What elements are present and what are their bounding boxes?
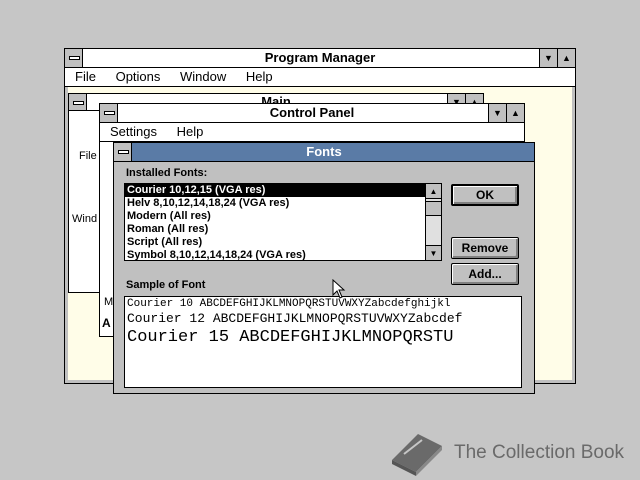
font-sample-box: Courier 10 ABCDEFGHIJKLMNOPQRSTUVWXYZabc… <box>124 296 522 388</box>
fonts-dialog[interactable]: Fonts Installed Fonts: Courier 10,12,15 … <box>113 142 535 394</box>
installed-fonts-scrollbar[interactable]: ▲ ▼ <box>425 184 441 260</box>
program-manager-title-bar[interactable]: Program Manager <box>65 49 575 68</box>
fonts-dialog-system-menu-icon[interactable] <box>114 143 132 161</box>
control-panel-menu-bar: Settings Help <box>100 123 524 142</box>
add-button[interactable]: Add... <box>451 263 519 285</box>
installed-fonts-label: Installed Fonts: <box>126 167 208 179</box>
font-list-item[interactable]: Symbol 8,10,12,14,18,24 (VGA res) <box>125 249 441 260</box>
control-panel-lower-icon-label-m: M <box>104 296 114 308</box>
font-sample-line: Courier 15 ABCDEFGHIJKLMNOPQRSTU <box>127 328 454 347</box>
control-panel-maximize-icon[interactable]: ▲ <box>506 104 524 122</box>
program-manager-menu-bar: File Options Window Help <box>65 68 575 87</box>
ok-button[interactable]: OK <box>451 184 519 206</box>
program-manager-minimize-icon[interactable]: ▼ <box>539 49 557 67</box>
font-sample-line: Courier 10 ABCDEFGHIJKLMNOPQRSTUVWXYZabc… <box>127 298 451 310</box>
scroll-thumb[interactable] <box>426 201 441 216</box>
watermark: The Collection Book <box>388 430 638 476</box>
main-group-system-menu-icon[interactable] <box>69 94 87 110</box>
program-manager-system-menu-icon[interactable] <box>65 49 83 67</box>
font-list-item[interactable]: Script (All res) <box>125 236 441 249</box>
control-panel-title-bar[interactable]: Control Panel <box>100 104 524 123</box>
font-sample-line: Courier 12 ABCDEFGHIJKLMNOPQRSTUVWXYZabc… <box>127 311 463 326</box>
font-list-item[interactable]: Roman (All res) <box>125 223 441 236</box>
control-panel-title: Control Panel <box>269 105 355 120</box>
scroll-down-arrow-icon[interactable]: ▼ <box>426 245 441 260</box>
control-panel-system-menu-icon[interactable] <box>100 104 118 122</box>
control-panel-menu-settings[interactable]: Settings <box>110 124 157 139</box>
remove-button[interactable]: Remove <box>451 237 519 259</box>
font-list-item[interactable]: Courier 10,12,15 (VGA res) <box>125 184 441 197</box>
book-icon <box>392 434 442 476</box>
mouse-pointer-icon <box>332 279 346 299</box>
menu-options[interactable]: Options <box>116 69 161 84</box>
sample-of-font-label: Sample of Font <box>126 279 206 291</box>
menu-window[interactable]: Window <box>180 69 226 84</box>
menu-help[interactable]: Help <box>246 69 273 84</box>
font-list-item[interactable]: Helv 8,10,12,14,18,24 (VGA res) <box>125 197 441 210</box>
fonts-dialog-title-bar[interactable]: Fonts <box>114 143 534 162</box>
control-panel-menu-help[interactable]: Help <box>177 124 204 139</box>
font-list-item[interactable]: Modern (All res) <box>125 210 441 223</box>
control-panel-minimize-icon[interactable]: ▼ <box>488 104 506 122</box>
main-group-icon-label-file[interactable]: File <box>79 150 97 162</box>
program-manager-title: Program Manager <box>264 50 376 65</box>
main-group-icon-label-windows[interactable]: Wind <box>72 213 97 225</box>
watermark-text: The Collection Book <box>454 442 625 463</box>
scroll-up-arrow-icon[interactable]: ▲ <box>426 184 441 199</box>
installed-fonts-listbox[interactable]: Courier 10,12,15 (VGA res) Helv 8,10,12,1… <box>124 183 442 261</box>
program-manager-maximize-icon[interactable]: ▲ <box>557 49 575 67</box>
control-panel-lower-icon-label-a: A <box>102 316 111 330</box>
fonts-dialog-title: Fonts <box>306 144 342 159</box>
menu-file[interactable]: File <box>75 69 96 84</box>
